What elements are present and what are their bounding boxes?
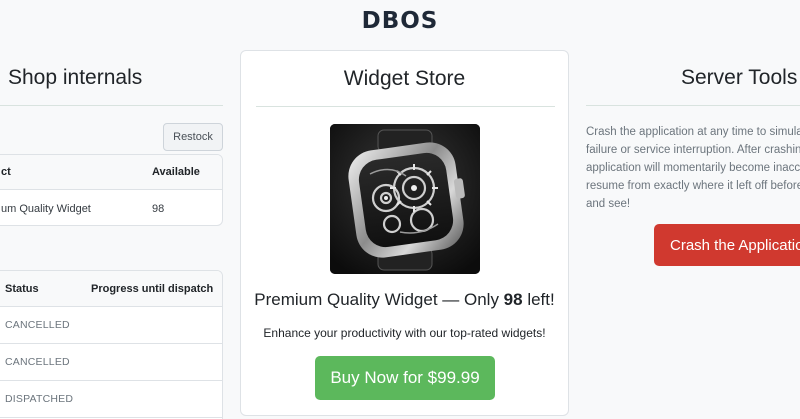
product-name: Premium Quality Widget — Only	[254, 290, 504, 309]
inventory-table-header: ct Available	[0, 155, 222, 190]
divider	[586, 105, 800, 106]
page: DBOS Shop internals Restock ct Available…	[0, 0, 800, 419]
available-cell: 98	[152, 202, 165, 215]
table-row: CANCELLED	[0, 344, 222, 381]
column-header-product: ct	[1, 166, 11, 178]
divider	[0, 105, 223, 106]
table-row: um Quality Widget 98	[0, 190, 222, 225]
widget-store-card: Widget Store Premium Quality Widget — On…	[240, 50, 569, 416]
server-tools-title: Server Tools	[681, 66, 798, 89]
buy-now-button[interactable]: Buy Now for $99.99	[315, 356, 495, 400]
order-status: CANCELLED	[5, 319, 70, 331]
product-tagline: Enhance your productivity with our top-r…	[263, 326, 546, 340]
product-availability-line: Premium Quality Widget — Only 98 left!	[241, 290, 568, 310]
smartwatch-gears-image	[330, 124, 480, 274]
table-row: CANCELLED	[0, 307, 222, 344]
widget-store-title: Widget Store	[343, 67, 466, 90]
column-header-status: Status	[5, 282, 39, 295]
stock-suffix: left!	[522, 290, 555, 309]
server-tools-panel: Server Tools Crash the application at an…	[586, 60, 800, 419]
description-line: resume from exactly where it left off be…	[586, 180, 800, 192]
shop-internals-panel: Shop internals Restock ct Available um Q…	[0, 60, 223, 419]
product-name-cell: um Quality Widget	[1, 202, 91, 215]
orders-table-header: Status Progress until dispatch	[0, 271, 222, 307]
order-status: CANCELLED	[5, 356, 70, 368]
stock-count: 98	[503, 290, 523, 309]
restock-button[interactable]: Restock	[163, 123, 223, 151]
description-line: application will momentarily become inac…	[586, 162, 800, 174]
table-row: DISPATCHED	[0, 381, 222, 418]
inventory-table: ct Available um Quality Widget 98	[0, 154, 223, 226]
dbos-logo: DBOS	[361, 8, 439, 34]
orders-table: Status Progress until dispatch CANCELLED…	[0, 270, 223, 419]
divider	[256, 106, 555, 107]
description-line: and see!	[586, 198, 631, 210]
column-header-available: Available	[152, 166, 200, 178]
column-header-progress: Progress until dispatch	[91, 282, 214, 295]
order-status: DISPATCHED	[5, 393, 74, 405]
crash-application-button[interactable]: Crash the Application	[654, 224, 800, 266]
shop-internals-title: Shop internals	[8, 66, 143, 89]
description-line: Crash the application at any time to sim…	[586, 126, 800, 138]
description-line: failure or service interruption. After c…	[586, 144, 800, 156]
server-tools-description: Crash the application at any time to sim…	[586, 123, 800, 213]
